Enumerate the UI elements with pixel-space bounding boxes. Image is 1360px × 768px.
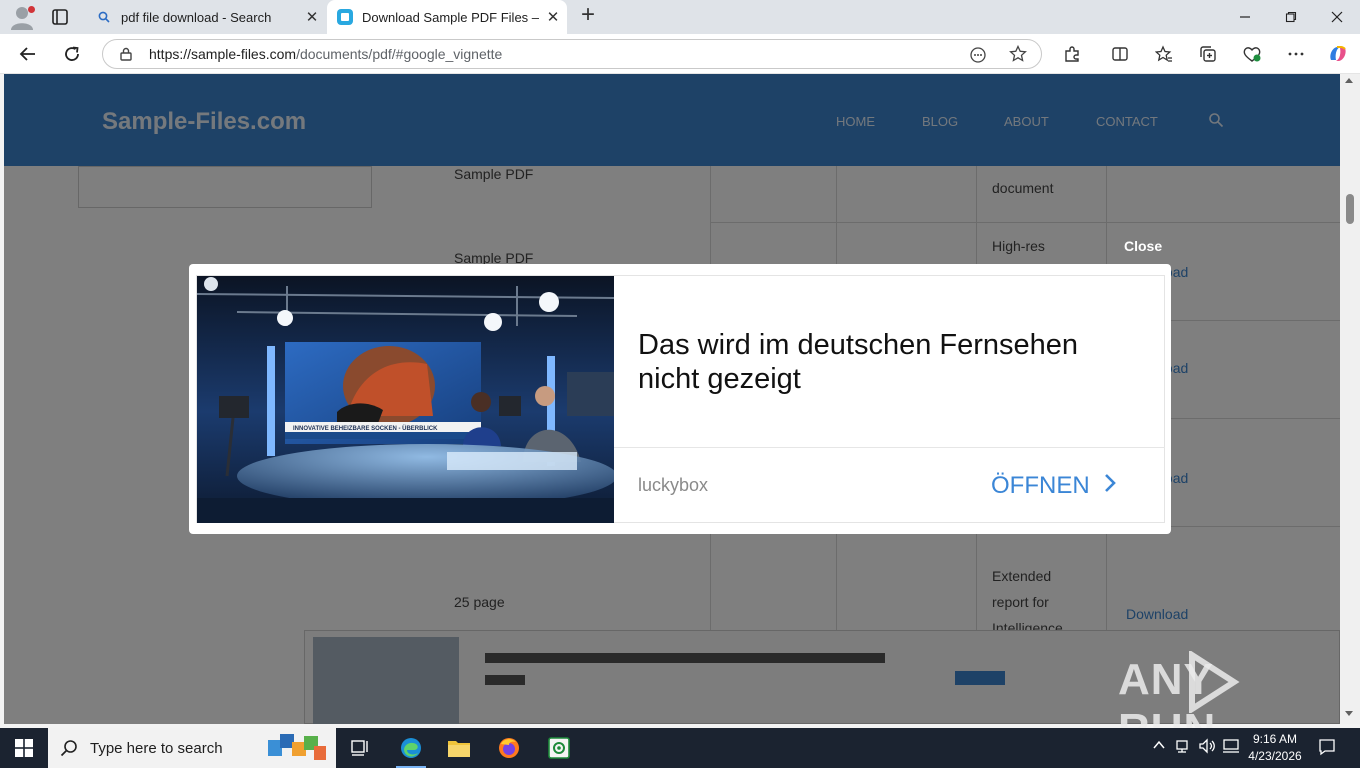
task-view-icon[interactable] bbox=[338, 728, 384, 768]
scrollbar-thumb[interactable] bbox=[1346, 194, 1354, 224]
favorite-star-icon[interactable] bbox=[1009, 44, 1027, 68]
address-bar[interactable]: https://sample-files.com/documents/pdf/#… bbox=[102, 39, 1042, 69]
clock-date: 4/23/2026 bbox=[1248, 749, 1302, 763]
tab-close-icon[interactable]: ✕ bbox=[539, 8, 567, 26]
network-icon[interactable] bbox=[1174, 738, 1190, 757]
url-path: /documents/pdf/#google_vignette bbox=[296, 46, 503, 62]
new-tab-button[interactable]: + bbox=[577, 3, 599, 27]
chevron-right-icon bbox=[1104, 472, 1116, 500]
ad-advertiser: luckybox bbox=[638, 475, 709, 495]
notification-dot bbox=[28, 6, 35, 13]
page-scrollbar[interactable] bbox=[1340, 74, 1360, 724]
browser-toolbar: https://sample-files.com/documents/pdf/#… bbox=[0, 34, 1360, 74]
show-hidden-icons-icon[interactable] bbox=[1152, 738, 1166, 755]
tab-search[interactable]: pdf file download - Search ✕ bbox=[86, 0, 326, 34]
tab-actions-icon[interactable] bbox=[50, 7, 70, 27]
ad-divider bbox=[614, 447, 1165, 448]
tab-strip: pdf file download - Search ✕ Download Sa… bbox=[0, 0, 1360, 34]
edge-taskbar-icon[interactable] bbox=[388, 728, 434, 768]
tab-title: Download Sample PDF Files — Fr bbox=[362, 9, 539, 25]
search-icon bbox=[60, 739, 78, 757]
clock-time: 9:16 AM bbox=[1252, 732, 1298, 746]
extensions-icon[interactable] bbox=[1060, 42, 1084, 66]
system-clock[interactable]: 9:16 AM 4/23/2026 bbox=[1244, 731, 1306, 765]
close-window-button[interactable] bbox=[1314, 0, 1360, 34]
search-highlight-icon bbox=[266, 732, 328, 768]
copilot-icon[interactable] bbox=[1326, 42, 1350, 66]
taskbar-search-box[interactable]: Type here to search bbox=[48, 728, 336, 768]
restore-button[interactable] bbox=[1268, 0, 1314, 34]
connectivity-icon[interactable] bbox=[1222, 738, 1240, 757]
taskbar-search-placeholder: Type here to search bbox=[90, 739, 223, 757]
ad-card[interactable]: INNOVATIVE BEHEIZBARE SOCKEN - ÜBERBLICK bbox=[196, 275, 1165, 523]
file-explorer-icon[interactable] bbox=[436, 728, 482, 768]
ad-open-button[interactable]: ÖFFNEN bbox=[991, 472, 1116, 500]
volume-icon[interactable] bbox=[1198, 738, 1216, 757]
start-button[interactable] bbox=[0, 728, 48, 768]
windows-taskbar: Type here to search 9:16 AM 4/23/2026 bbox=[0, 728, 1360, 768]
collections-icon[interactable] bbox=[1196, 42, 1220, 66]
app-taskbar-icon[interactable] bbox=[536, 728, 582, 768]
tab-close-icon[interactable]: ✕ bbox=[298, 8, 326, 26]
interstitial-ad: INNOVATIVE BEHEIZBARE SOCKEN - ÜBERBLICK bbox=[189, 264, 1171, 534]
minimize-button[interactable] bbox=[1222, 0, 1268, 34]
reading-mode-icon[interactable] bbox=[969, 46, 987, 69]
browser-essentials-icon[interactable] bbox=[1240, 42, 1264, 66]
tab-title: pdf file download - Search bbox=[121, 9, 272, 25]
ad-image-caption: INNOVATIVE BEHEIZBARE SOCKEN - ÜBERBLICK bbox=[293, 425, 438, 432]
windows-logo-icon bbox=[15, 739, 33, 757]
scroll-up-icon[interactable] bbox=[1345, 78, 1353, 83]
url-host: https://sample-files.com bbox=[149, 46, 297, 62]
firefox-icon[interactable] bbox=[486, 728, 532, 768]
ad-headline[interactable]: Das wird im deutschen Fernsehen nicht ge… bbox=[638, 328, 1138, 396]
ad-image[interactable]: INNOVATIVE BEHEIZBARE SOCKEN - ÜBERBLICK bbox=[197, 276, 614, 523]
site-favicon-icon bbox=[337, 9, 353, 25]
favorites-icon[interactable] bbox=[1152, 42, 1176, 66]
refresh-icon[interactable] bbox=[60, 42, 84, 66]
ad-close-button[interactable]: Close bbox=[1124, 238, 1162, 254]
lock-icon[interactable] bbox=[119, 47, 133, 61]
search-icon bbox=[96, 9, 112, 25]
notifications-icon[interactable] bbox=[1318, 738, 1336, 759]
back-arrow-icon[interactable] bbox=[16, 42, 40, 66]
tab-sample-files[interactable]: Download Sample PDF Files — Fr ✕ bbox=[327, 0, 567, 34]
play-logo-icon bbox=[1189, 651, 1240, 713]
profile-avatar-icon[interactable] bbox=[8, 4, 36, 30]
url-text: https://sample-files.com/documents/pdf/#… bbox=[149, 46, 502, 62]
ad-open-label: ÖFFNEN bbox=[991, 472, 1090, 499]
more-options-icon[interactable] bbox=[1284, 42, 1308, 66]
split-screen-icon[interactable] bbox=[1108, 42, 1132, 66]
